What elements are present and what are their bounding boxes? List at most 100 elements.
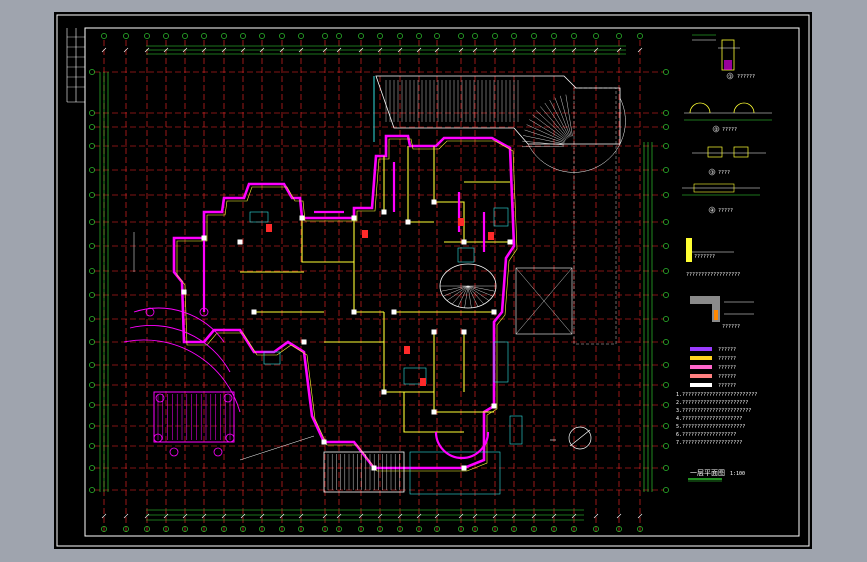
axis-bubble-left [89,124,95,130]
column [381,209,387,215]
column [301,339,307,345]
detail-caption-6: ?????? [722,324,740,330]
axis-grid [89,33,669,532]
axis-bubble-left [89,292,95,298]
axis-bubble-right [663,402,669,408]
column [405,219,411,225]
column [431,409,437,415]
axis-bubble-top [101,33,107,39]
column [491,403,497,409]
axis-bubble-top [531,33,537,39]
legend-label: ?????? [718,347,736,353]
red-fixture [420,378,426,386]
axis-bubble-top [182,33,188,39]
detail-caption-5: ??????? [694,254,715,260]
axis-bubble-right [663,124,669,130]
axis-bubble-top [221,33,227,39]
fixture [263,351,281,365]
detail-3: ???? [692,146,766,176]
fixture [493,341,509,383]
column [431,199,437,205]
column [381,389,387,395]
column [507,239,513,245]
legend-swatch [690,383,712,387]
note-line: 4.???????????????????? [676,416,742,422]
stair-tread [565,94,573,137]
drawing-title-text: 一层平面图 [690,469,725,477]
axis-bubble-left [89,167,95,173]
axis-bubble-left [89,487,95,493]
axis-bubble-right [663,465,669,471]
axis-bubble-right [663,219,669,225]
axis-bubble-top [551,33,557,39]
axis-bubble-top [322,33,328,39]
detail-caption-1: ?????? [737,74,755,80]
stair-tread [544,102,569,138]
red-fixture [404,346,410,354]
note-line: 2.?????????????????????? [676,400,748,406]
axis-bubble-left [89,465,95,471]
axis-bubble-left [89,143,95,149]
axis-bubble-top [511,33,517,39]
axis-bubble-top [123,33,129,39]
stair-tread [532,114,567,141]
exterior-wall-inner [176,138,518,472]
legend-swatch [690,365,712,369]
axis-bubble-top [259,33,265,39]
column [461,239,467,245]
terrace-post [213,447,223,457]
column [251,309,257,315]
column [431,329,437,335]
note-line: 3.??????????????????????? [676,408,751,414]
detail-2: ????? [684,102,772,133]
fixture [509,415,523,445]
legend: ?????????????????????????????? [690,347,736,389]
legend-label: ?????? [718,365,736,371]
axis-bubble-right [663,292,669,298]
detail-marker: ③ [710,170,715,176]
red-fixture [266,224,272,232]
note-line: 6.?????????????????? [676,432,736,438]
notes: 1.????????????????????????? 2.???????????… [676,392,757,446]
floor-plan-svg: ?????? ????? ???? ????? ??????? ????????… [56,14,810,547]
axis-bubble-left [89,443,95,449]
axis-bubble-right [663,110,669,116]
axis-bubble-left [89,316,95,322]
leader-line [239,435,315,461]
detail-marker: ② [714,127,719,133]
bottom-staircase [323,451,501,495]
note-line: 5.????????????????????? [676,424,745,430]
axis-bubble-right [663,192,669,198]
axis-bubble-top [637,33,643,39]
axis-bubble-top [397,33,403,39]
axis-bubble-top [593,33,599,39]
cad-viewport[interactable]: ?????? ????? ???? ????? ??????? ????????… [0,0,867,562]
axis-bubble-left [89,110,95,116]
interior-wall [353,218,384,313]
axis-bubble-right [663,443,669,449]
axis-bubble-left [89,362,95,368]
legend-swatch [690,374,712,378]
axis-bubble-left [89,268,95,274]
axis-bubble-right [663,69,669,75]
axis-bubble-right [663,362,669,368]
legend-label: ?????? [718,374,736,380]
axis-bubble-right [663,316,669,322]
detail-4: ????? [682,183,760,214]
stair-tread [554,97,571,137]
axis-bubble-right [663,339,669,345]
bottom-stair-outline [323,451,405,493]
detail-caption-2: ????? [722,127,737,133]
column [237,239,243,245]
column [181,289,187,295]
axis-bubble-top [616,33,622,39]
axis-bubble-left [89,382,95,388]
detail-marker: ④ [710,208,715,214]
axis-bubble-top [201,33,207,39]
stair-tread [535,110,567,140]
curved-staircase [373,75,626,173]
detail-6: ?????? [690,296,754,330]
column [351,309,357,315]
axis-bubble-top [377,33,383,39]
drawing-title: 一层平面图 1:100 [688,469,745,482]
